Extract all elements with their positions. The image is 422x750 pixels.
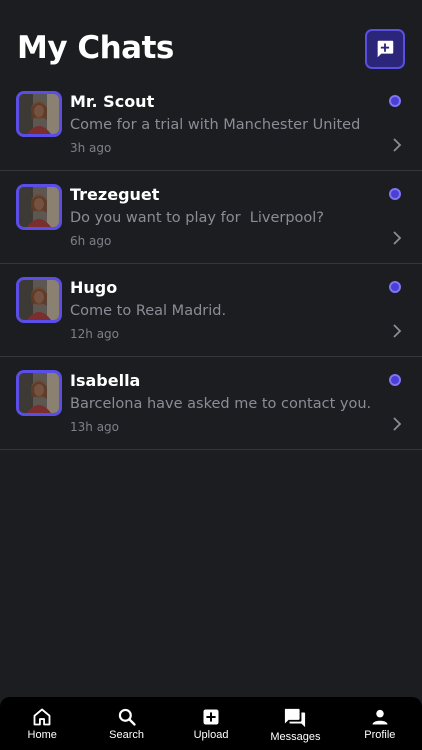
avatar xyxy=(16,277,62,323)
avatar xyxy=(16,370,62,416)
chat-name: Trezeguet xyxy=(70,185,160,204)
avatar xyxy=(16,184,62,230)
chat-name: Mr. Scout xyxy=(70,92,155,111)
unread-indicator xyxy=(389,95,401,107)
messages-icon xyxy=(285,708,306,728)
chat-timestamp: 13h ago xyxy=(70,420,120,434)
chat-row-hugo[interactable]: Hugo Come to Real Madrid. 12h ago xyxy=(0,264,422,357)
avatar-image xyxy=(19,94,59,134)
unread-indicator xyxy=(389,281,401,293)
search-icon xyxy=(118,708,136,726)
page-title: My Chats xyxy=(17,30,174,66)
header: My Chats xyxy=(0,0,422,88)
nav-item-home[interactable]: Home xyxy=(0,697,84,750)
chat-row-trezeguet[interactable]: Trezeguet Do you want to play for Liverp… xyxy=(0,171,422,264)
chat-message-preview: Come for a trial with Manchester United xyxy=(70,117,361,133)
avatar-image xyxy=(19,280,59,320)
chat-message-preview: Do you want to play for Liverpool? xyxy=(70,210,324,226)
unread-indicator xyxy=(389,374,401,386)
avatar-image xyxy=(19,187,59,227)
nav-label-profile: Profile xyxy=(364,729,396,741)
nav-label-home: Home xyxy=(27,729,57,741)
chat-message-preview: Come to Real Madrid. xyxy=(70,303,227,319)
chat-name: Isabella xyxy=(70,371,141,390)
chat-timestamp: 3h ago xyxy=(70,141,112,155)
upload-icon xyxy=(203,709,219,725)
nav-item-messages[interactable]: Messages xyxy=(253,697,337,750)
chat-name: Hugo xyxy=(70,278,118,297)
nav-item-profile[interactable]: Profile xyxy=(338,697,422,750)
chevron-right-icon xyxy=(393,324,402,338)
avatar xyxy=(16,91,62,137)
new-chat-button[interactable] xyxy=(365,29,405,69)
bottom-nav: Home Search Upload Messages Profile xyxy=(0,697,422,750)
nav-item-search[interactable]: Search xyxy=(84,697,168,750)
avatar-image xyxy=(19,373,59,413)
profile-icon xyxy=(372,709,388,725)
nav-label-upload: Upload xyxy=(193,729,229,741)
chat-list: Mr. Scout Come for a trial with Manchest… xyxy=(0,78,422,450)
chevron-right-icon xyxy=(393,417,402,431)
chat-message-preview: Barcelona have asked me to contact you. xyxy=(70,396,372,412)
chats-screen: My Chats Mr. Scout Come for a trial with… xyxy=(0,0,422,750)
chat-timestamp: 6h ago xyxy=(70,234,112,248)
chat-timestamp: 12h ago xyxy=(70,327,120,341)
unread-indicator xyxy=(389,188,401,200)
nav-label-messages: Messages xyxy=(270,731,321,743)
nav-item-upload[interactable]: Upload xyxy=(169,697,253,750)
chevron-right-icon xyxy=(393,231,402,245)
chat-row-mr-scout[interactable]: Mr. Scout Come for a trial with Manchest… xyxy=(0,78,422,171)
nav-label-search: Search xyxy=(109,729,145,741)
chevron-right-icon xyxy=(393,138,402,152)
add-message-icon xyxy=(377,40,394,58)
chat-row-isabella[interactable]: Isabella Barcelona have asked me to cont… xyxy=(0,357,422,450)
home-icon xyxy=(33,708,51,726)
